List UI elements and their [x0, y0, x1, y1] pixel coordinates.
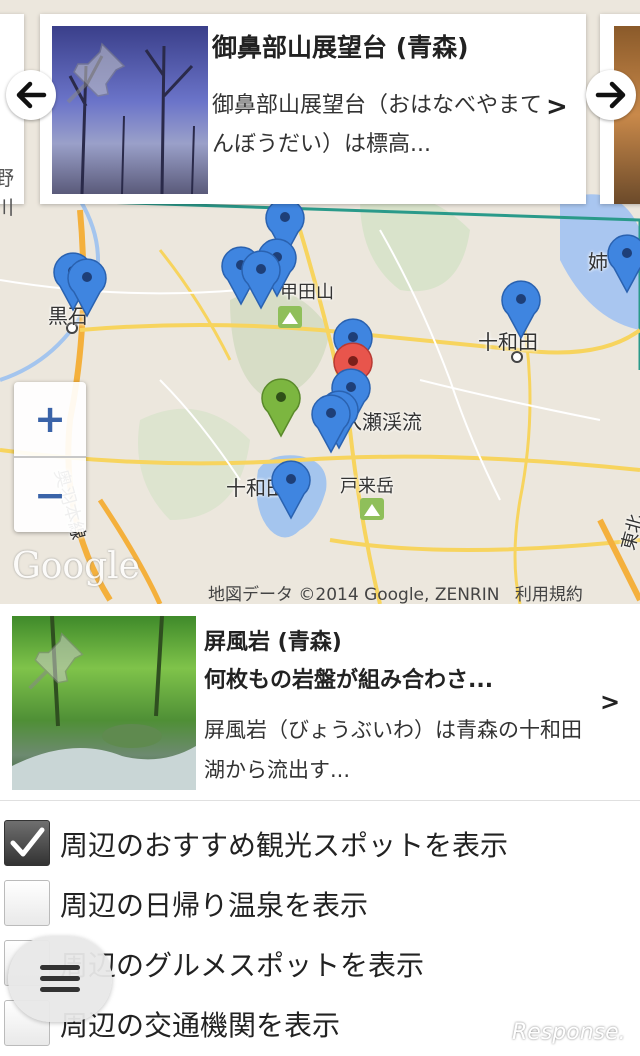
hamburger-menu-button[interactable]	[8, 936, 112, 1022]
map-attribution: 地図データ ©2014 Google, ZENRIN 利用規約	[208, 580, 583, 604]
checkbox-sightseeing[interactable]	[4, 820, 50, 866]
map-pin[interactable]	[268, 458, 314, 520]
google-logo: Google	[12, 546, 140, 587]
card-thumbnail	[52, 26, 208, 194]
detail-title: 屏風岩 (青森)	[204, 630, 342, 655]
map-view[interactable]: 黒石 十和田 奥入瀬渓流 十和田 戸来岳 甲田山 奥羽本線 姉 東北 + − G…	[0, 0, 640, 604]
option-onsen[interactable]: 周辺の日帰り温泉を表示	[0, 872, 640, 932]
arrow-left-icon[interactable]	[6, 70, 56, 120]
map-pin-current[interactable]	[258, 376, 304, 438]
checkmark-icon	[10, 827, 45, 857]
terms-link[interactable]: 利用規約	[515, 585, 583, 604]
detail-thumbnail	[12, 616, 196, 790]
map-label-herai: 戸来岳	[340, 476, 394, 497]
prev-card-text: 野川	[0, 166, 14, 219]
pushpin-icon	[66, 42, 126, 104]
watermark: Response.	[512, 1020, 626, 1045]
option-label: 周辺のグルメスポットを表示	[60, 949, 425, 982]
zoom-out-button[interactable]: −	[14, 458, 86, 532]
arrow-right-icon[interactable]	[586, 70, 636, 120]
arrow-left-glyph	[16, 81, 47, 109]
card-description: 御鼻部山展望台（おはなべやまてんぼうだい）は標高...	[212, 93, 543, 157]
checkbox-onsen[interactable]	[4, 880, 50, 926]
option-sightseeing[interactable]: 周辺のおすすめ観光スポットを表示	[0, 812, 640, 872]
card-title: 御鼻部山展望台 (青森)	[212, 33, 469, 62]
option-label: 周辺の日帰り温泉を表示	[60, 889, 369, 922]
option-label: 周辺のおすすめ観光スポットを表示	[60, 829, 509, 862]
map-pin[interactable]	[604, 232, 640, 294]
attribution-text: 地図データ ©2014 Google, ZENRIN	[208, 585, 500, 604]
zoom-in-button[interactable]: +	[14, 382, 86, 456]
chevron-right-icon[interactable]: >	[600, 688, 620, 716]
hamburger-menu-icon	[40, 965, 80, 992]
zoom-control: + −	[14, 382, 86, 532]
pushpin-icon	[28, 632, 84, 690]
map-pin[interactable]	[498, 278, 544, 340]
option-label: 周辺の交通機関を表示	[60, 1009, 341, 1042]
arrow-right-glyph	[595, 81, 626, 109]
detail-description: 屏風岩（びょうぶいわ）は青森の十和田湖から流出す...	[204, 718, 582, 782]
detail-subtitle: 何枚もの岩盤が組み合わさ...	[204, 668, 494, 693]
carousel-card[interactable]: 御鼻部山展望台 (青森) 御鼻部山展望台（おはなべやまてんぼうだい）は標高...…	[40, 14, 586, 204]
spot-detail-row[interactable]: 屏風岩 (青森) 何枚もの岩盤が組み合わさ... 屏風岩（びょうぶいわ）は青森の…	[0, 604, 640, 801]
map-pin[interactable]	[308, 392, 354, 454]
map-pin[interactable]	[238, 248, 284, 310]
chevron-right-icon[interactable]: >	[546, 92, 568, 122]
map-pin[interactable]	[64, 256, 110, 318]
